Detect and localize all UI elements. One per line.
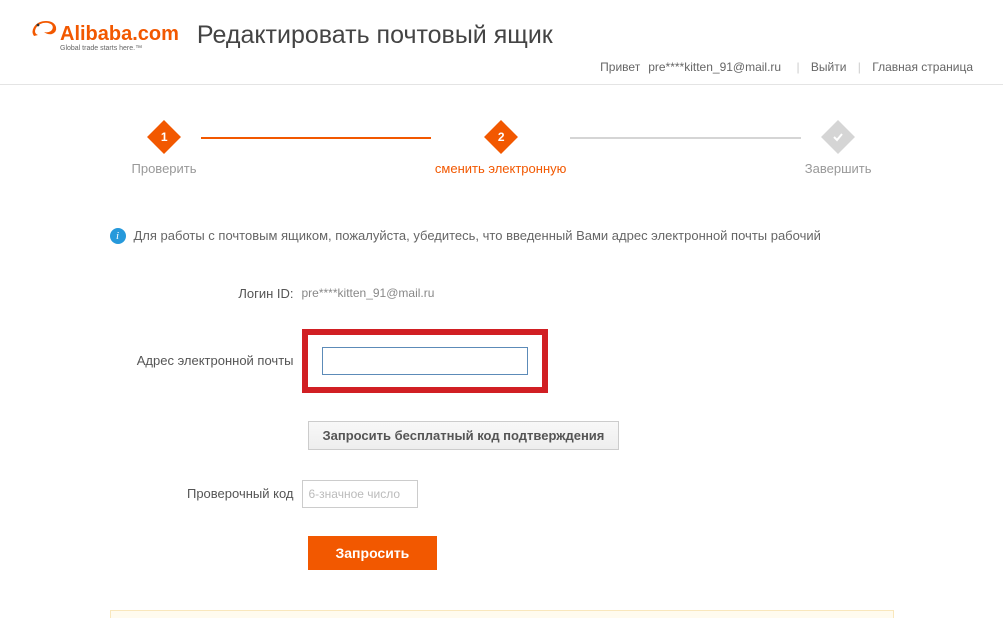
alibaba-logo-icon (30, 18, 58, 40)
email-highlight-box (302, 329, 548, 393)
email-label: Адрес электронной почты (102, 353, 302, 368)
step-change-email: 2 сменить электронную (435, 125, 566, 176)
logout-link[interactable]: Выйти (811, 60, 847, 74)
row-login-id: Логин ID: pre****kitten_91@mail.ru (102, 286, 902, 301)
topbar: Приветpre****kitten_91@mail.ru | Выйти |… (0, 52, 1003, 85)
submit-button[interactable]: Запросить (308, 536, 438, 570)
steps-bar: 1 Проверить 2 сменить электронную Заверш… (102, 125, 902, 176)
request-code-button[interactable]: Запросить бесплатный код подтверждения (308, 421, 620, 450)
verify-code-input[interactable] (302, 480, 418, 508)
notice-bar (110, 610, 894, 618)
verify-label: Проверочный код (102, 486, 302, 501)
step-label-2: сменить электронную (435, 161, 566, 176)
email-input[interactable] (322, 347, 528, 375)
check-icon (832, 131, 844, 143)
step-diamond-2: 2 (484, 120, 518, 154)
divider: | (850, 60, 869, 74)
row-verify-code: Проверочный код (102, 480, 902, 508)
login-id-label: Логин ID: (102, 286, 302, 301)
step-diamond-1: 1 (147, 120, 181, 154)
content: 1 Проверить 2 сменить электронную Заверш… (102, 85, 902, 618)
header: Alibaba.com Global trade starts here.™ Р… (0, 0, 1003, 52)
step-line-2 (570, 137, 800, 139)
info-text: Для работы с почтовым ящиком, пожалуйста… (134, 226, 821, 246)
home-link[interactable]: Главная страница (872, 60, 973, 74)
step-line-1 (201, 137, 431, 139)
user-email: pre****kitten_91@mail.ru (644, 60, 785, 74)
step-diamond-3 (821, 120, 855, 154)
step-label-1: Проверить (132, 161, 197, 176)
step-verify: 1 Проверить (132, 125, 197, 176)
page-title: Редактировать почтовый ящик (197, 21, 553, 50)
step-complete: Завершить (805, 125, 872, 176)
alibaba-logo[interactable]: Alibaba.com Global trade starts here.™ (30, 18, 179, 52)
divider: | (788, 60, 807, 74)
row-email: Адрес электронной почты (102, 329, 902, 393)
logo-text: Alibaba.com Global trade starts here.™ (60, 24, 179, 52)
logo-sub: Global trade starts here.™ (60, 45, 179, 52)
login-id-value: pre****kitten_91@mail.ru (302, 286, 435, 300)
logo-main: Alibaba.com (60, 24, 179, 44)
row-request-code: Запросить бесплатный код подтверждения (308, 421, 902, 450)
row-submit: Запросить (308, 536, 902, 570)
step-label-3: Завершить (805, 161, 872, 176)
greeting-prefix: Привет (596, 60, 644, 74)
info-icon: i (110, 228, 126, 244)
info-message: i Для работы с почтовым ящиком, пожалуйс… (102, 226, 902, 286)
